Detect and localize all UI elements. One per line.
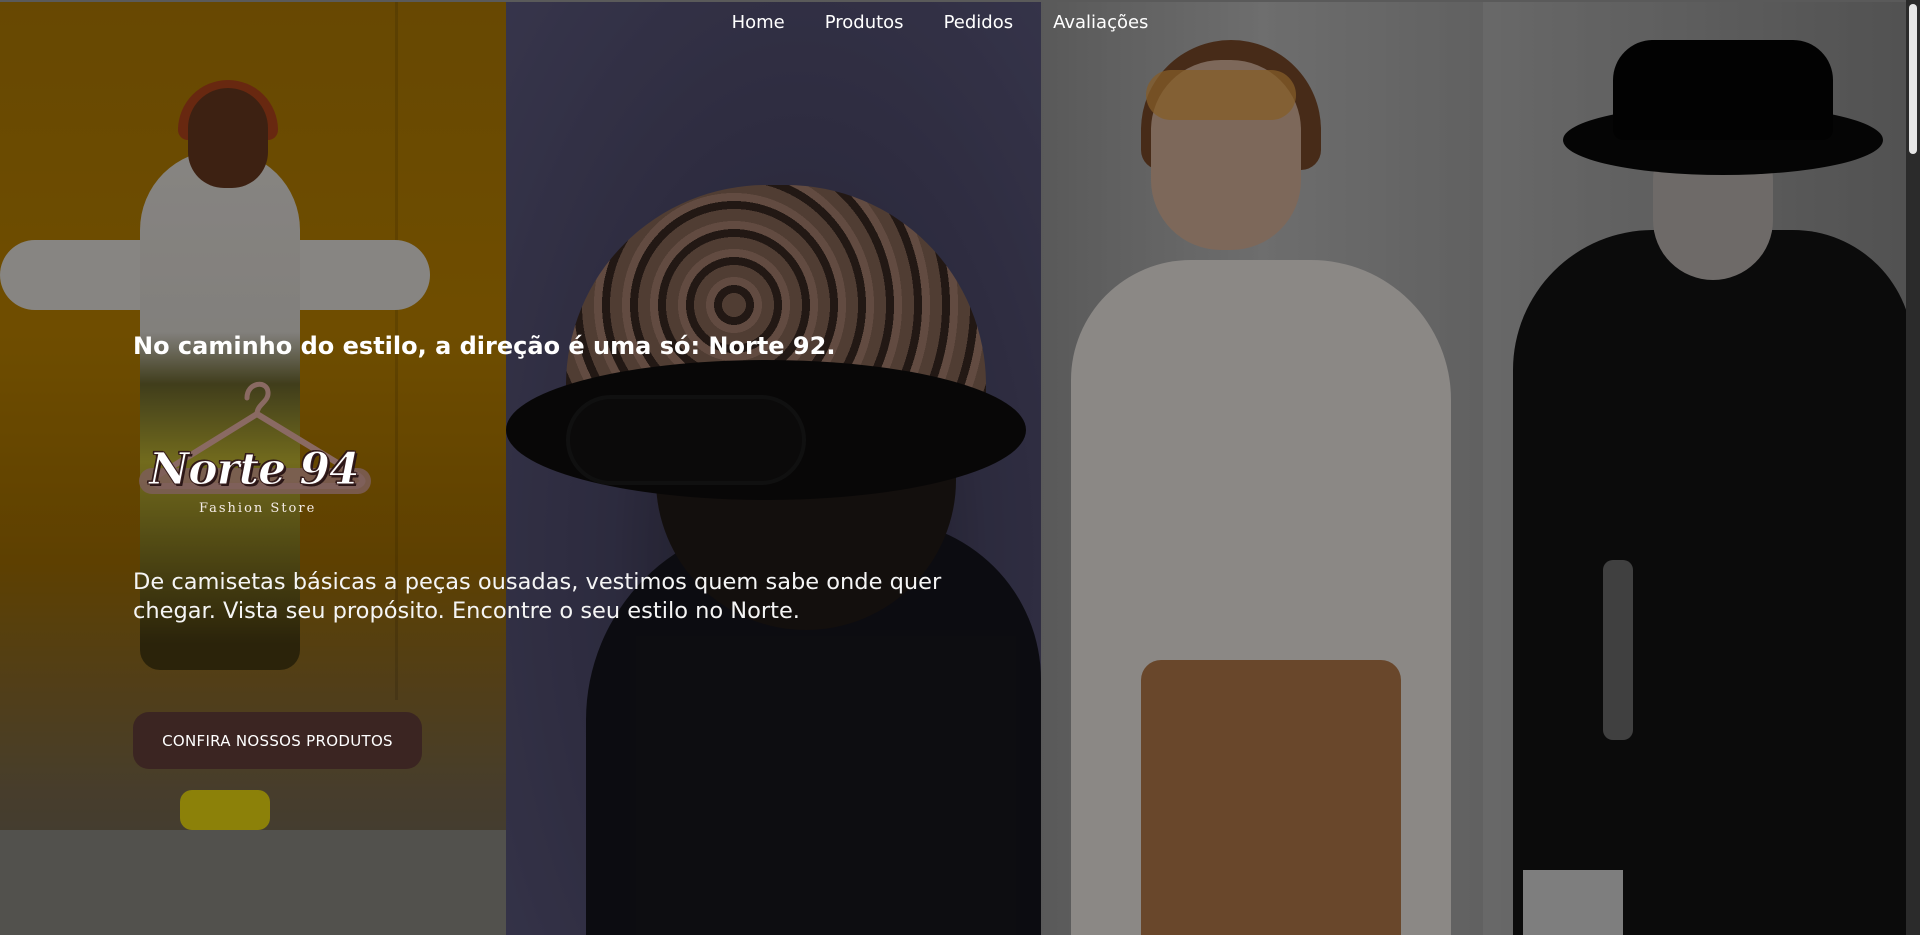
brand-logo: Norte 94 Fashion Store bbox=[135, 368, 375, 528]
hero-section: Home Produtos Pedidos Avaliações No cami… bbox=[0, 0, 1920, 935]
hero-description: De camisetas básicas a peças ousadas, ve… bbox=[133, 569, 942, 624]
nav-link-produtos[interactable]: Produtos bbox=[825, 12, 904, 33]
logo-wordmark: Norte 94 bbox=[149, 444, 361, 496]
view-products-button[interactable]: CONFIRA NOSSOS PRODUTOS bbox=[133, 712, 422, 769]
window-top-border bbox=[0, 0, 1920, 2]
logo-subtitle: Fashion Store bbox=[199, 501, 317, 516]
nav-link-avaliacoes[interactable]: Avaliações bbox=[1053, 12, 1148, 33]
hero-heading: No caminho do estilo, a direção é uma só… bbox=[133, 332, 836, 360]
scrollbar-thumb[interactable] bbox=[1909, 4, 1917, 154]
page-scrollbar[interactable] bbox=[1906, 0, 1920, 935]
nav-links: Home Produtos Pedidos Avaliações bbox=[732, 12, 1149, 33]
nav-link-home[interactable]: Home bbox=[732, 12, 785, 33]
nav-link-pedidos[interactable]: Pedidos bbox=[944, 12, 1014, 33]
main-nav: Home Produtos Pedidos Avaliações bbox=[0, 0, 1920, 44]
